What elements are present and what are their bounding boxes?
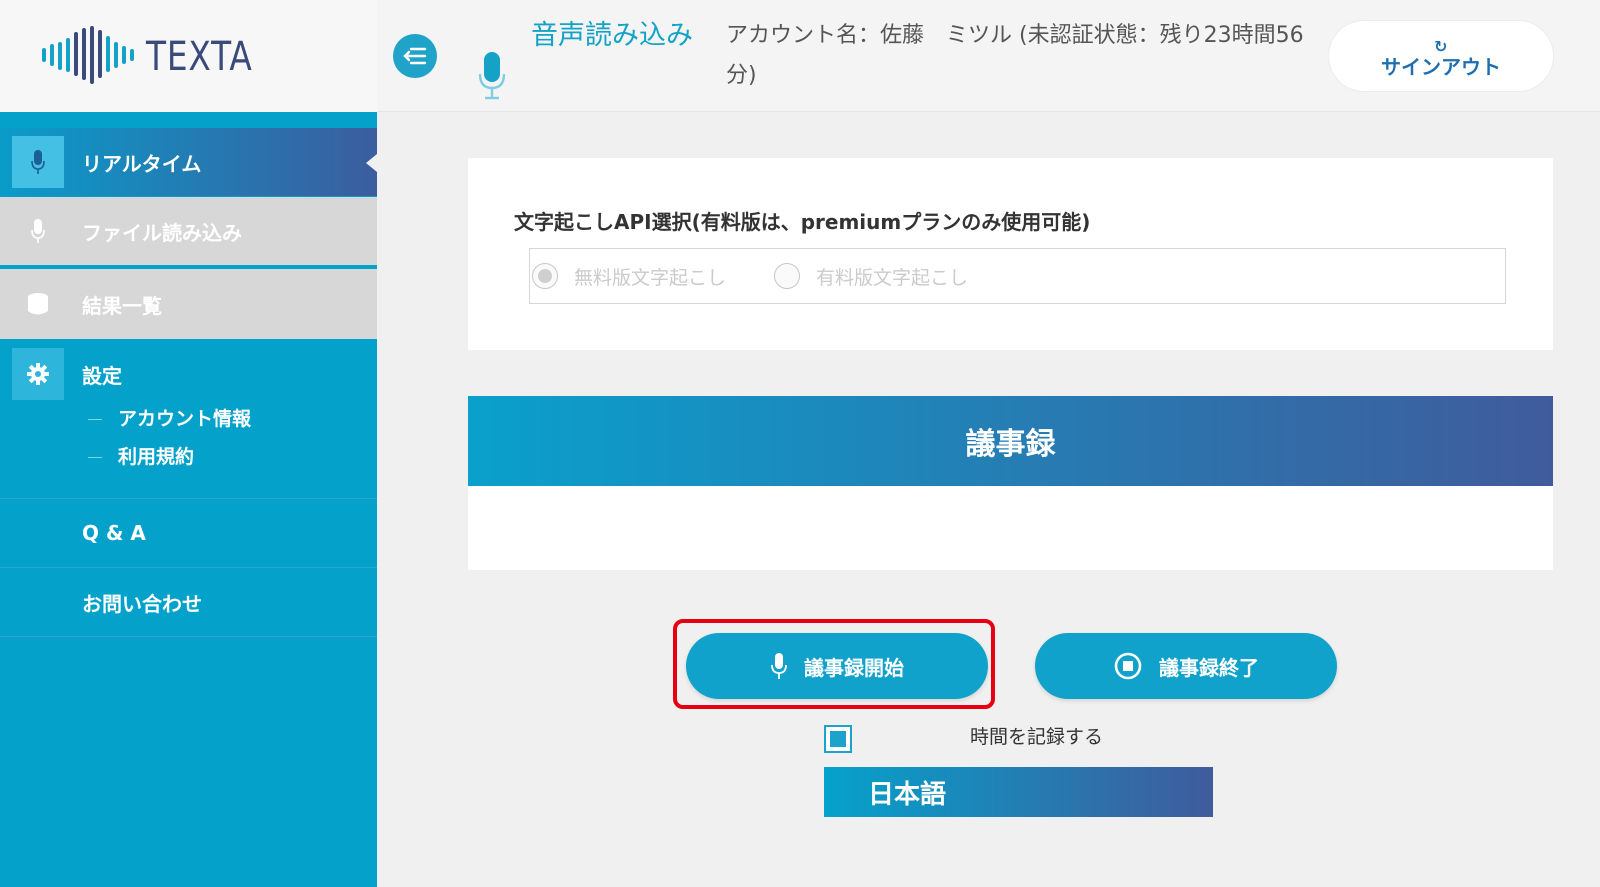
signout-button[interactable]: ↻ サインアウト — [1328, 20, 1554, 92]
radio-button-free[interactable] — [532, 263, 558, 289]
radio-dot — [538, 269, 552, 283]
menu-collapse-icon — [403, 47, 427, 65]
radio-label-paid: 有料版文字起こし — [816, 266, 969, 289]
sub-dash — [88, 457, 102, 458]
sidebar-item-label: お問い合わせ — [82, 591, 202, 616]
account-info: アカウント名：佐藤 ミツル (未認証状態：残り23時間56分) — [726, 23, 1304, 88]
radio-label-free: 無料版文字起こし — [574, 266, 727, 289]
radio-button-paid[interactable] — [774, 263, 801, 289]
sidebar-item-results[interactable]: 結果一覧 — [0, 269, 377, 339]
sidebar-item-label: リアルタイム — [82, 151, 202, 176]
time-record-label: 時間を記録する — [970, 726, 1104, 748]
texta-logo-wave-icon — [42, 26, 134, 84]
start-minutes-button[interactable]: 議事録開始 — [686, 633, 988, 699]
logo-area: TEXTA — [0, 0, 377, 112]
sidebar-icon-box — [12, 205, 64, 257]
gear-icon — [27, 363, 49, 385]
sidebar-item-file-import[interactable]: ファイル読み込み — [0, 197, 377, 267]
language-value: 日本語 — [868, 779, 947, 810]
stop-minutes-label: 議事録終了 — [1159, 655, 1259, 680]
sidebar-item-label: 結果一覧 — [82, 293, 162, 318]
sidebar-item-label: Q & A — [82, 521, 146, 545]
top-header: TEXTA 音声読み込み アカウント名：佐藤 ミツル (未認証状態：残り23時間… — [0, 0, 1600, 112]
database-icon — [28, 293, 48, 315]
time-record-checkbox[interactable] — [824, 725, 852, 753]
stop-minutes-button[interactable]: 議事録終了 — [1035, 633, 1337, 699]
sidebar: リアルタイム ファイル読み込み 結果一覧 設定 アカウント情報 利用規約 Q &… — [0, 112, 377, 887]
sidebar-subitem-terms[interactable]: 利用規約 — [88, 442, 194, 469]
mic-icon — [770, 652, 788, 680]
mic-icon — [31, 150, 45, 174]
language-select[interactable]: 日本語 — [824, 767, 1213, 817]
sidebar-item-contact[interactable]: お問い合わせ — [0, 568, 377, 636]
refresh-icon: ↻ — [1434, 37, 1448, 56]
api-select-panel: 文字起こしAPI選択(有料版は、premiumプランのみ使用可能) 無料版文字起… — [468, 158, 1553, 350]
checkbox-fill — [830, 731, 846, 747]
api-radio-group: 無料版文字起こし 有料版文字起こし — [529, 248, 1506, 304]
minutes-content-area — [468, 486, 1553, 570]
logo-text: TEXTA — [146, 34, 253, 80]
sub-label: アカウント情報 — [118, 408, 252, 430]
menu-toggle-button[interactable] — [393, 34, 437, 78]
api-select-title: 文字起こしAPI選択(有料版は、premiumプランのみ使用可能) — [514, 210, 1091, 234]
minutes-header: 議事録 — [468, 396, 1553, 486]
active-indicator — [366, 154, 377, 172]
sidebar-item-settings[interactable]: 設定 — [0, 339, 377, 409]
mic-icon — [31, 219, 45, 243]
start-minutes-label: 議事録開始 — [804, 655, 904, 680]
sidebar-item-label: ファイル読み込み — [82, 220, 242, 245]
microphone-icon — [478, 52, 506, 100]
sidebar-subitem-account-info[interactable]: アカウント情報 — [88, 404, 251, 431]
sidebar-item-qa[interactable]: Q & A — [0, 499, 377, 567]
stop-icon — [1113, 651, 1143, 681]
sidebar-divider — [0, 636, 377, 637]
sidebar-item-realtime[interactable]: リアルタイム — [0, 128, 377, 196]
sub-label: 利用規約 — [118, 446, 195, 468]
sub-dash — [88, 419, 102, 420]
radio-option-paid[interactable]: 有料版文字起こし — [774, 263, 968, 290]
sidebar-icon-box — [12, 278, 64, 330]
minutes-panel: 議事録 — [468, 396, 1553, 570]
radio-option-free[interactable]: 無料版文字起こし — [532, 263, 726, 290]
sidebar-icon-box — [12, 136, 64, 188]
page-title: 音声読み込み — [531, 20, 693, 51]
sidebar-item-label: 設定 — [82, 363, 122, 388]
sidebar-icon-box — [12, 348, 64, 400]
